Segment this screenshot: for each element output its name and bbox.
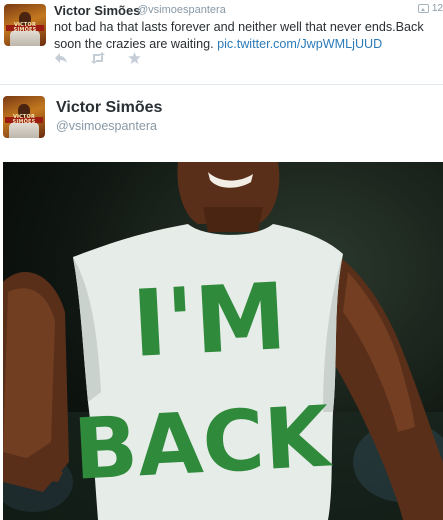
tweet-photo[interactable]: I'M BACK (3, 162, 443, 520)
tweet-meta: 12 (417, 3, 443, 14)
author-avatar[interactable]: VICTOR SIMÕES (4, 4, 46, 46)
shirt-text-line2: BACK (71, 387, 334, 498)
tweet-actions (54, 52, 141, 67)
author-name[interactable]: Victor Simões (54, 3, 140, 18)
tweet-divider (0, 84, 443, 85)
avatar-tag: VICTOR SIMÕES (4, 114, 44, 124)
reply-icon[interactable] (54, 52, 68, 67)
tweet-time[interactable]: 12 (432, 3, 443, 14)
media-icon (417, 4, 429, 13)
photo-illustration: I'M BACK (3, 162, 443, 520)
avatar-tag: VICTOR SIMÕES (5, 22, 45, 32)
tweet-link[interactable]: pic.twitter.com/JwpWMLjUUD (217, 37, 382, 51)
author-handle-main[interactable]: @vsimoespantera (56, 119, 157, 133)
shirt-text-line1: I'M (130, 263, 289, 378)
retweet-icon[interactable] (90, 52, 106, 67)
author-handle[interactable]: @vsimoespantera (137, 4, 226, 16)
author-avatar-main[interactable]: VICTOR SIMÕES (3, 96, 45, 138)
author-name-main[interactable]: Victor Simões (56, 99, 162, 117)
tweet-text: not bad ha that lasts forever and neithe… (54, 19, 440, 53)
favorite-icon[interactable] (128, 52, 141, 67)
tweet-top[interactable]: VICTOR SIMÕES Victor Simões @vsimoespant… (0, 0, 443, 76)
